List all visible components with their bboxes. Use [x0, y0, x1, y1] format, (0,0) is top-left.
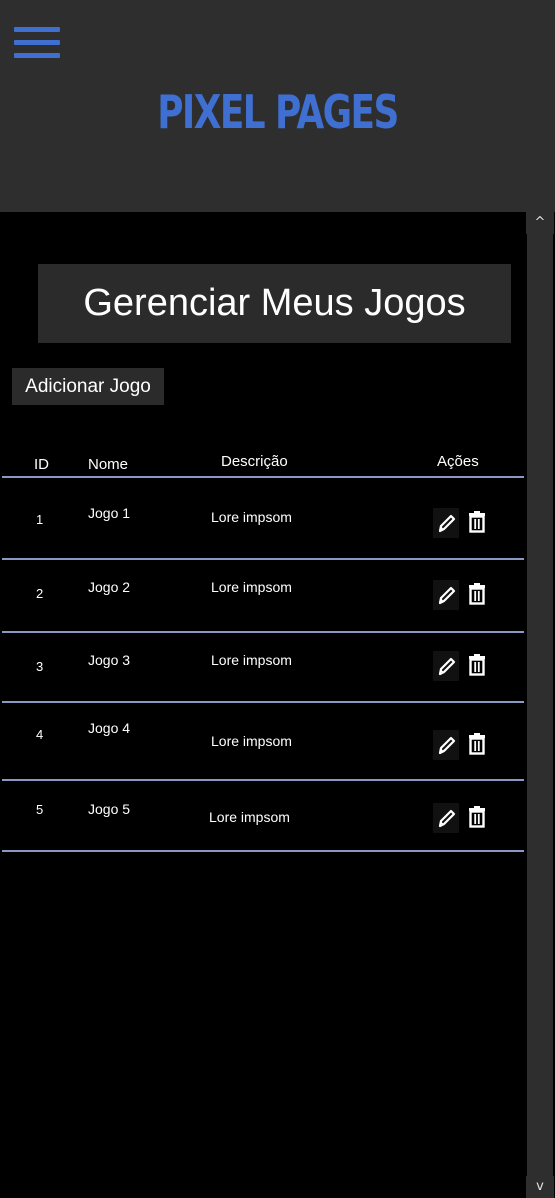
vertical-scrollbar[interactable]: ^ v — [525, 212, 555, 1198]
column-header-description: Descrição — [221, 453, 288, 470]
row-description: Lore impsom — [209, 809, 290, 825]
brand-title: PIXEL PAGES — [157, 85, 399, 139]
edit-icon[interactable] — [433, 508, 459, 538]
scroll-track[interactable] — [526, 234, 554, 1176]
row-description: Lore impsom — [211, 733, 292, 749]
trash-icon[interactable] — [464, 803, 490, 833]
row-id: 2 — [36, 586, 44, 601]
column-header-actions: Ações — [437, 453, 479, 470]
trash-icon[interactable] — [464, 580, 490, 610]
edit-icon[interactable] — [433, 580, 459, 610]
edit-icon[interactable] — [433, 803, 459, 833]
row-id: 5 — [36, 802, 44, 817]
row-name: Jogo 1 — [88, 505, 131, 521]
column-header-name: Nome — [88, 456, 129, 473]
row-name: Jogo 5 — [88, 801, 131, 817]
row-name: Jogo 3 — [88, 652, 131, 668]
row-divider — [2, 779, 524, 781]
trash-icon[interactable] — [464, 651, 490, 681]
page-title-box: Gerenciar Meus Jogos — [38, 264, 511, 343]
scroll-down-arrow-icon[interactable]: v — [526, 1176, 554, 1198]
edit-icon[interactable] — [433, 730, 459, 760]
hamburger-menu-icon[interactable] — [14, 24, 60, 60]
row-id: 3 — [36, 659, 44, 674]
row-divider — [2, 558, 524, 560]
scroll-up-arrow-icon[interactable]: ^ — [526, 212, 554, 234]
trash-icon[interactable] — [464, 508, 490, 538]
header-divider — [2, 476, 524, 478]
row-description: Lore impsom — [211, 652, 292, 668]
row-name: Jogo 4 — [88, 720, 131, 736]
row-id: 1 — [36, 512, 44, 527]
column-header-id: ID — [34, 456, 49, 473]
main-content: Gerenciar Meus Jogos Adicionar Jogo ID N… — [0, 212, 525, 1198]
row-divider — [2, 631, 524, 633]
row-id: 4 — [36, 727, 44, 742]
add-game-button[interactable]: Adicionar Jogo — [12, 368, 164, 405]
row-divider — [2, 701, 524, 703]
edit-icon[interactable] — [433, 651, 459, 681]
row-name: Jogo 2 — [88, 579, 131, 595]
scroll-thumb[interactable] — [527, 234, 553, 1176]
row-description: Lore impsom — [211, 579, 292, 595]
app-header: PIXEL PAGES — [0, 0, 555, 212]
trash-icon[interactable] — [464, 730, 490, 760]
page-title: Gerenciar Meus Jogos — [83, 282, 466, 324]
row-divider — [2, 850, 524, 852]
row-description: Lore impsom — [211, 509, 292, 525]
